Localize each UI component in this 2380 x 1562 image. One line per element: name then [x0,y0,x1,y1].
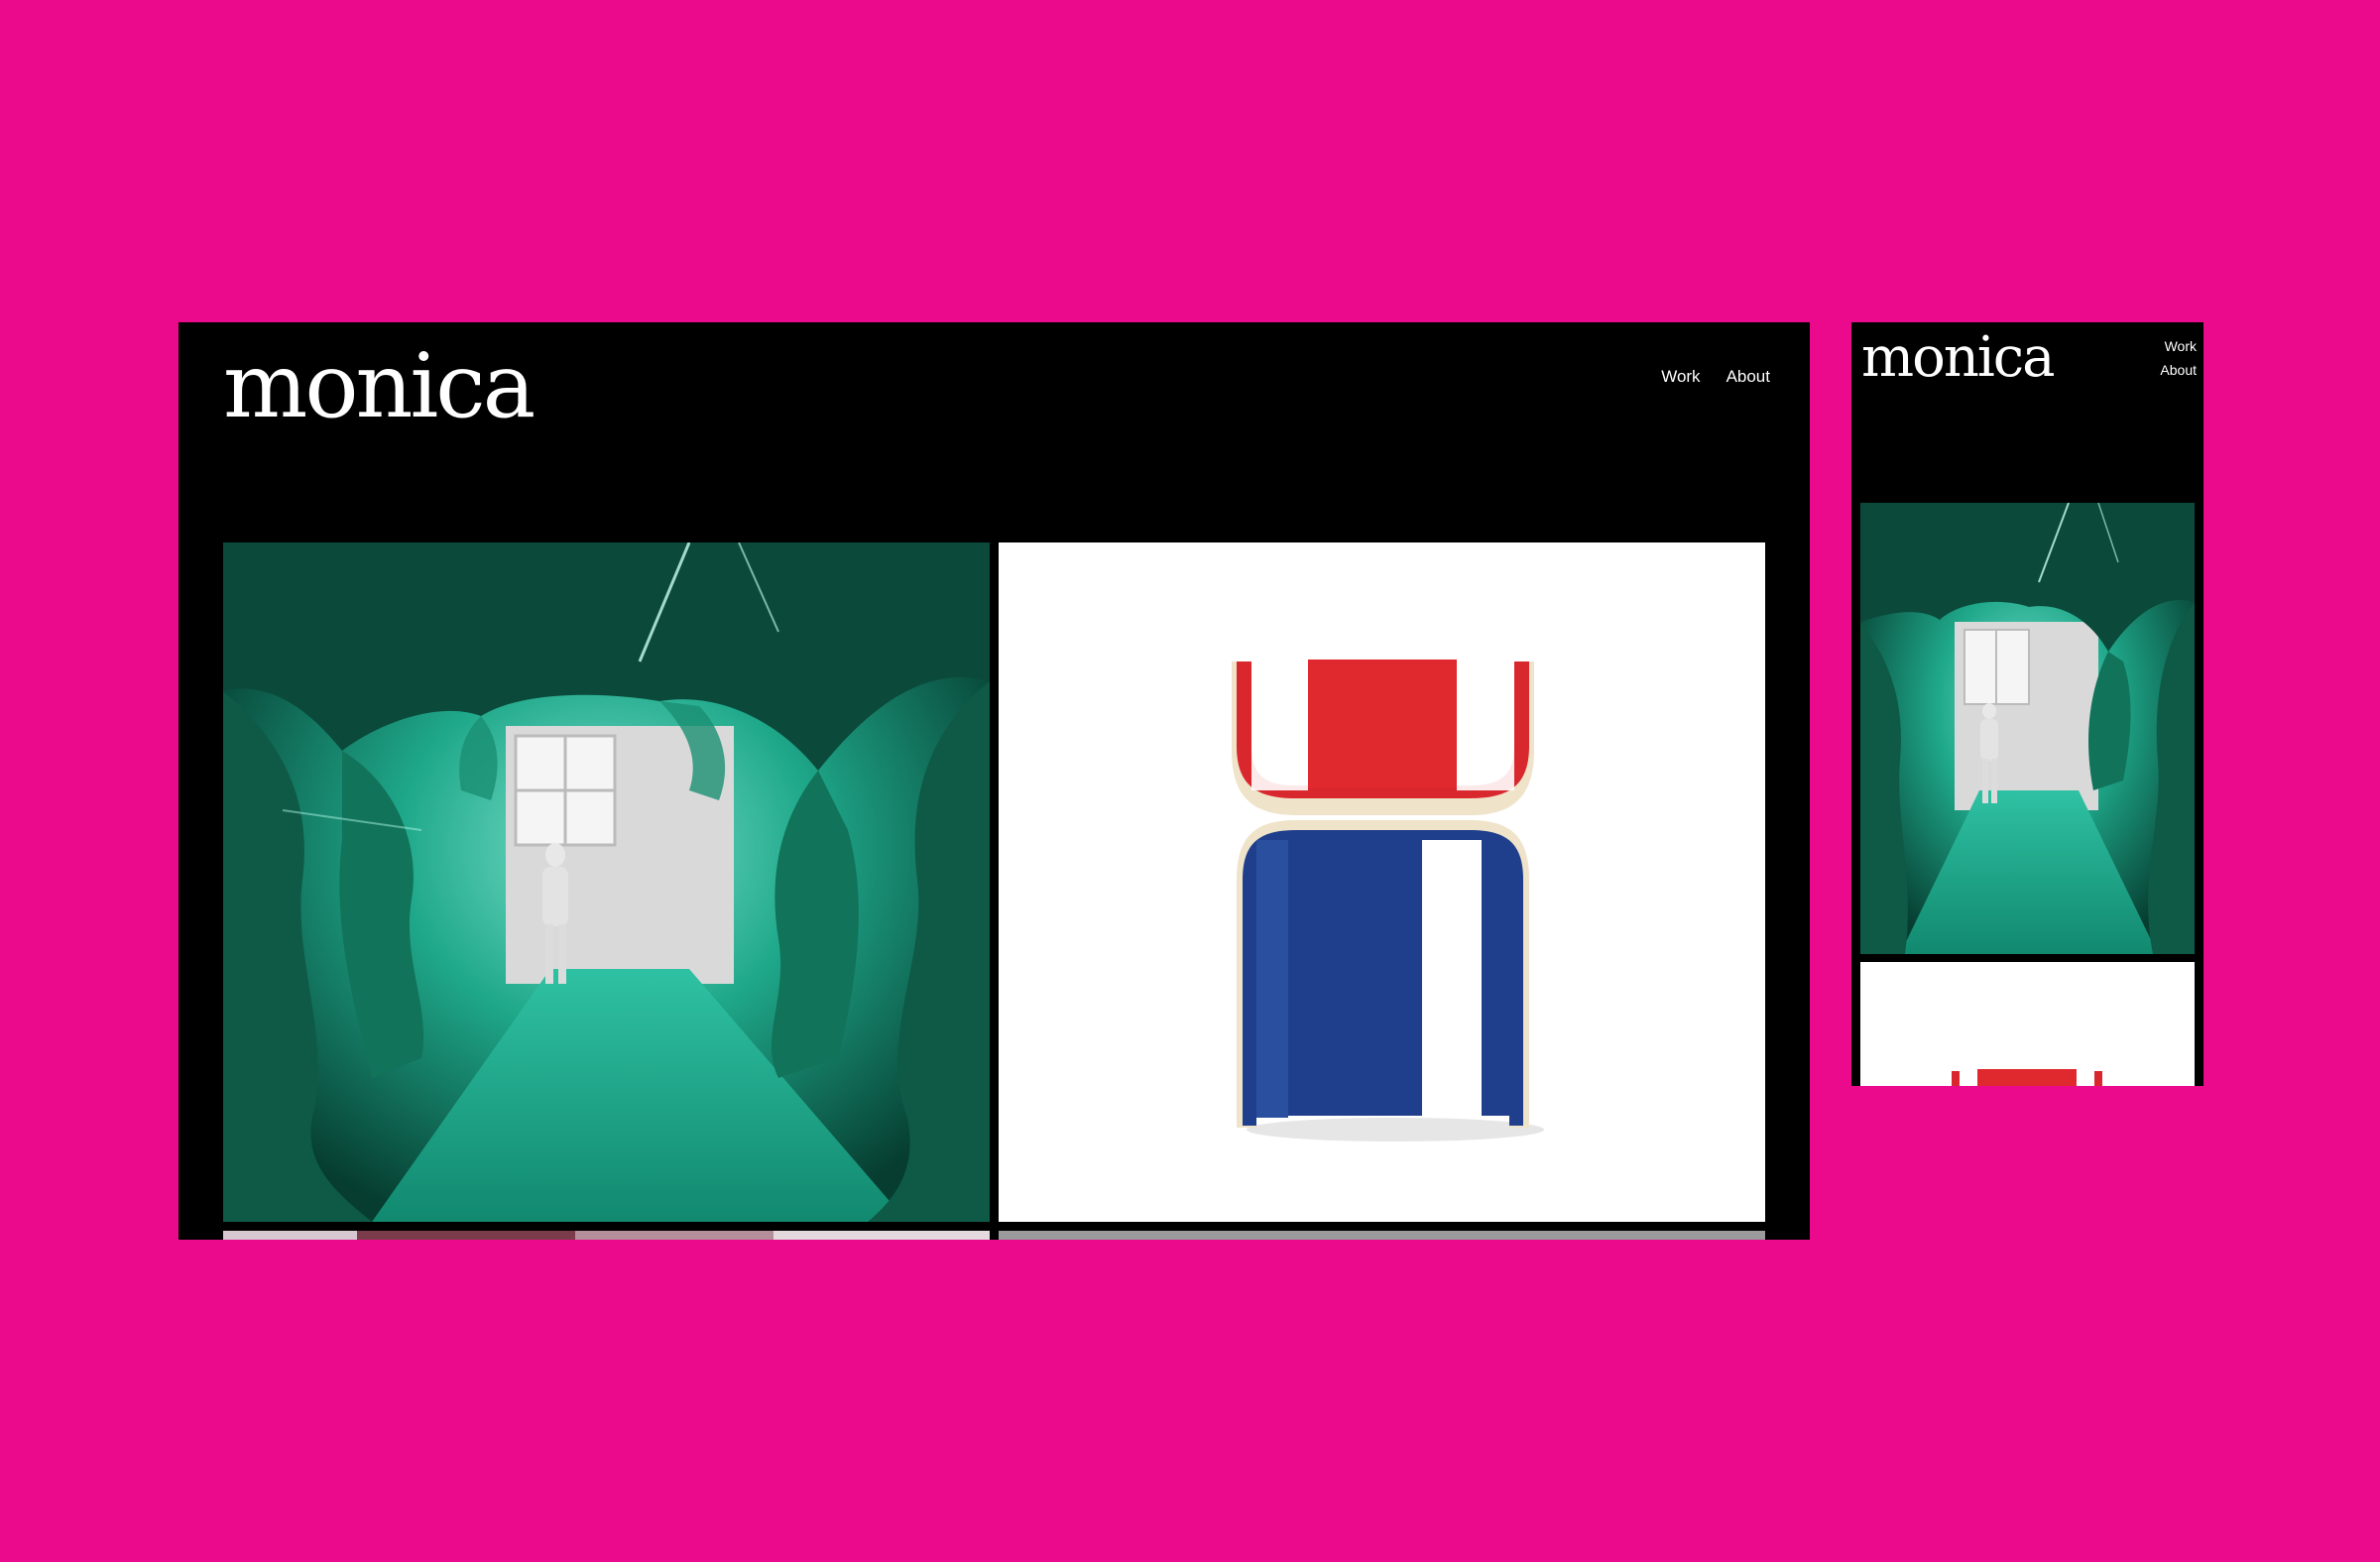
nav-link-about-mobile[interactable]: About [2160,362,2197,378]
green-cave-installation-image [223,542,990,1222]
desktop-browser-frame: monica Work About [178,322,1810,1240]
nav-link-about[interactable]: About [1726,367,1770,387]
red-white-blue-chair-image [999,542,1765,1222]
grey-object-image [999,1231,1765,1240]
work-tile-4[interactable] [999,1231,1765,1240]
green-cave-installation-image [1860,503,2195,954]
site-logo[interactable]: monica [223,342,536,431]
site-logo-mobile[interactable]: monica [1861,330,2056,386]
work-tile-cave-mobile[interactable] [1860,503,2195,954]
work-tile-3[interactable] [223,1231,990,1240]
pink-textile-image [223,1231,990,1240]
work-tile-cave[interactable] [223,542,990,1222]
nav-link-work[interactable]: Work [1661,367,1700,387]
work-grid-mobile [1860,503,2195,1086]
mobile-browser-frame: monica Work About [1851,322,2203,1086]
main-nav: Work About [1661,367,1770,387]
main-nav-mobile: Work About [2160,338,2197,378]
work-grid [223,542,1765,1240]
work-tile-chair-mobile[interactable] [1860,962,2195,1086]
nav-link-work-mobile[interactable]: Work [2165,338,2197,354]
red-white-blue-chair-image [1860,962,2195,1086]
work-tile-chair[interactable] [999,542,1765,1222]
